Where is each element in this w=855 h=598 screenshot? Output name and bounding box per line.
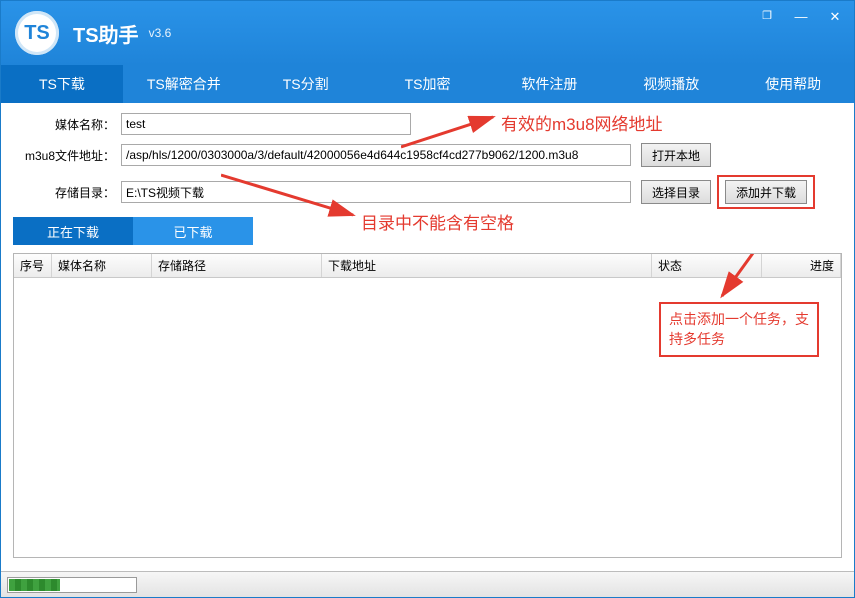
content-panel: 媒体名称： m3u8文件地址： 打开本地 存储目录： 选择目录 添加并下载 正在… <box>1 103 854 253</box>
col-download-url[interactable]: 下载地址 <box>322 254 652 277</box>
statusbar-progress <box>7 577 137 593</box>
col-storage-path[interactable]: 存储路径 <box>152 254 322 277</box>
tab-video-play[interactable]: 视频播放 <box>610 65 732 103</box>
col-index[interactable]: 序号 <box>14 254 52 277</box>
tab-register[interactable]: 软件注册 <box>488 65 610 103</box>
tab-help[interactable]: 使用帮助 <box>732 65 854 103</box>
open-local-button[interactable]: 打开本地 <box>641 143 711 167</box>
annotation-click-add: 点击添加一个任务，支持多任务 <box>659 302 819 357</box>
tab-encrypt[interactable]: TS加密 <box>367 65 489 103</box>
storage-dir-input[interactable] <box>121 181 631 203</box>
titlebar: TS TS助手 v3.6 ❐ — ✕ <box>1 1 854 65</box>
media-name-input[interactable] <box>121 113 411 135</box>
col-media-name[interactable]: 媒体名称 <box>52 254 152 277</box>
table-header: 序号 媒体名称 存储路径 下载地址 状态 进度 <box>14 254 841 278</box>
m3u8-input[interactable] <box>121 144 631 166</box>
app-logo: TS <box>15 11 59 55</box>
m3u8-label: m3u8文件地址： <box>13 147 121 164</box>
restore-icon[interactable]: ❐ <box>758 9 776 25</box>
storage-label: 存储目录： <box>13 184 121 201</box>
logo-text: TS <box>24 22 50 45</box>
download-table: 序号 媒体名称 存储路径 下载地址 状态 进度 点击添加一个任务，支持多任务 <box>13 253 842 558</box>
subtab-downloading[interactable]: 正在下载 <box>13 217 133 245</box>
tab-download[interactable]: TS下载 <box>1 65 123 103</box>
statusbar <box>1 571 854 597</box>
app-title: TS助手 <box>73 19 139 48</box>
tab-split[interactable]: TS分割 <box>245 65 367 103</box>
subtab-downloaded[interactable]: 已下载 <box>133 217 253 245</box>
window-controls: ❐ — ✕ <box>758 9 844 25</box>
col-status[interactable]: 状态 <box>652 254 762 277</box>
add-download-highlight: 添加并下载 <box>717 175 815 209</box>
tab-decrypt-merge[interactable]: TS解密合并 <box>123 65 245 103</box>
progress-fill <box>9 579 60 591</box>
minimize-icon[interactable]: — <box>792 9 810 25</box>
add-download-button[interactable]: 添加并下载 <box>725 180 807 204</box>
sub-tabs: 正在下载 已下载 <box>13 217 842 245</box>
choose-dir-button[interactable]: 选择目录 <box>641 180 711 204</box>
close-icon[interactable]: ✕ <box>826 9 844 25</box>
col-progress[interactable]: 进度 <box>762 254 841 277</box>
main-tabs: TS下载 TS解密合并 TS分割 TS加密 软件注册 视频播放 使用帮助 <box>1 65 854 103</box>
app-version: v3.6 <box>149 26 172 40</box>
media-name-label: 媒体名称： <box>13 116 121 133</box>
